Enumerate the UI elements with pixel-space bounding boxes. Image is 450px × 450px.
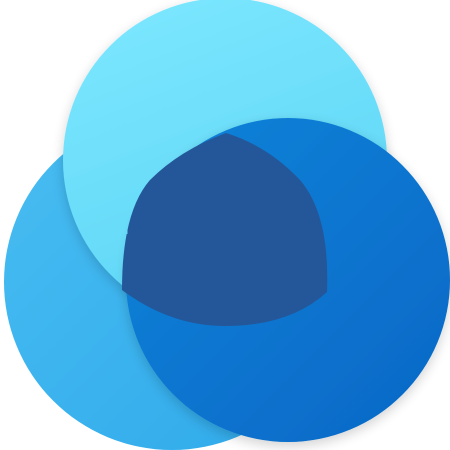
three-circles-logo-icon: [4, 0, 450, 450]
logo-container: [0, 0, 450, 450]
